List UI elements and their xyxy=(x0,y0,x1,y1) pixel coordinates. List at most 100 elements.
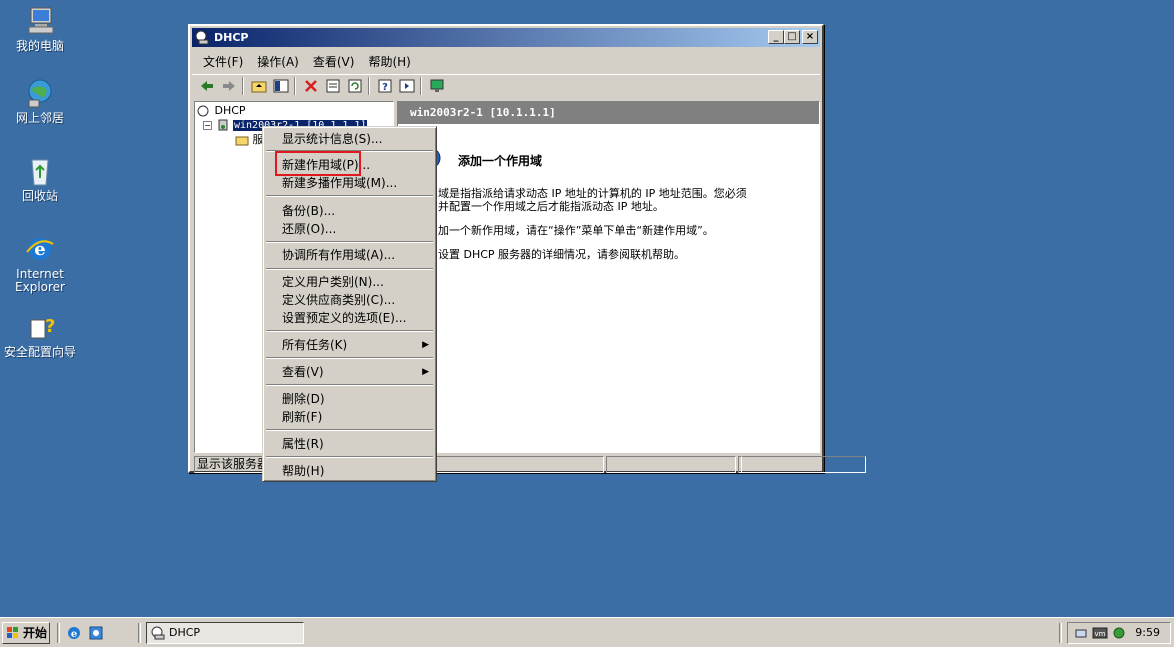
desktop-icon-security-wizard[interactable]: ? 安全配置向导 xyxy=(0,310,80,359)
desktop-icon-label: 安全配置向导 xyxy=(3,345,76,359)
menu-item-label: 所有任务(K) xyxy=(282,338,348,352)
refresh-icon[interactable] xyxy=(346,77,364,95)
desktop-icon-my-computer[interactable]: 我的电脑 xyxy=(0,4,80,53)
detail-pane: win2003r2-1 [10.1.1.1] 添加一个作用域 域是指指派给请求动… xyxy=(397,101,820,453)
delete-icon[interactable] xyxy=(302,77,320,95)
windows-logo-icon xyxy=(6,626,20,640)
taskbar: 开始 e DHCP vm 9:59 xyxy=(0,617,1174,647)
menu-item-refresh[interactable]: 刷新(F) xyxy=(266,408,433,426)
taskbar-button-label: DHCP xyxy=(169,626,201,639)
show-hide-tree-icon[interactable] xyxy=(272,77,290,95)
security-tray-icon[interactable] xyxy=(1112,626,1126,640)
svg-text:e: e xyxy=(71,629,77,640)
submenu-arrow-icon: ▶ xyxy=(422,367,429,377)
computer-icon xyxy=(23,4,57,38)
menu-item-view[interactable]: 查看(V) ▶ xyxy=(266,363,433,381)
internet-explorer-icon: e xyxy=(23,232,57,266)
desktop-icon-label: 回收站 xyxy=(21,189,58,203)
menu-item-help[interactable]: 帮助(H) xyxy=(266,462,433,480)
menu-separator xyxy=(266,241,433,243)
detail-title: 添加一个作用域 xyxy=(458,154,543,168)
up-folder-icon[interactable] xyxy=(250,77,268,95)
folder-icon xyxy=(235,134,249,146)
toolbar: ? xyxy=(192,74,820,96)
menu-item-label: 查看(V) xyxy=(282,365,324,379)
quick-launch-separator xyxy=(57,623,60,643)
svg-text:?: ? xyxy=(45,316,55,337)
server-node-icon xyxy=(216,119,230,131)
action-pane-icon[interactable] xyxy=(398,77,416,95)
menu-item-restore[interactable]: 还原(O)... xyxy=(266,220,433,238)
collapse-icon[interactable]: − xyxy=(203,120,212,130)
menu-separator xyxy=(266,195,433,197)
start-label: 开始 xyxy=(23,626,48,640)
taskbar-button-dhcp[interactable]: DHCP xyxy=(146,622,304,644)
menu-view[interactable]: 查看(V) xyxy=(306,50,362,70)
menu-separator xyxy=(266,384,433,386)
menu-item-define-vendor-classes[interactable]: 定义供应商类别(C)... xyxy=(266,291,433,309)
dhcp-app-icon xyxy=(151,626,165,640)
status-cell xyxy=(738,456,742,473)
network-icon xyxy=(23,76,57,110)
menu-item-show-statistics[interactable]: 显示统计信息(S)... xyxy=(266,130,433,148)
toolbar-separator xyxy=(368,77,370,95)
menu-item-properties[interactable]: 属性(R) xyxy=(266,435,433,453)
system-tray: vm 9:59 xyxy=(1067,622,1171,644)
minimize-button[interactable]: _ xyxy=(768,30,784,44)
desktop-icon-recycle-bin[interactable]: 回收站 xyxy=(0,154,80,203)
quick-launch-ie-icon[interactable]: e xyxy=(66,625,82,641)
tray-separator xyxy=(1059,623,1062,643)
svg-text:?: ? xyxy=(382,82,388,93)
start-button[interactable]: 开始 xyxy=(2,622,50,644)
forward-icon[interactable] xyxy=(220,77,238,95)
detail-pane-header: win2003r2-1 [10.1.1.1] xyxy=(398,102,819,124)
monitor-icon[interactable] xyxy=(428,77,446,95)
menu-item-backup[interactable]: 备份(B)... xyxy=(266,202,433,220)
vmware-tray-icon[interactable]: vm xyxy=(1092,626,1108,640)
detail-text: 加一个新作用域，请在“操作”菜单下单击“新建作用域”。 xyxy=(438,224,714,237)
help-icon[interactable]: ? xyxy=(376,77,394,95)
security-wizard-icon: ? xyxy=(23,310,57,344)
menu-item-delete[interactable]: 删除(D) xyxy=(266,390,433,408)
menu-item-all-tasks[interactable]: 所有任务(K) ▶ xyxy=(266,336,433,354)
status-cell xyxy=(606,456,736,473)
menu-item-set-predefined-options[interactable]: 设置预定义的选项(E)... xyxy=(266,309,433,327)
menu-item-reconcile-scopes[interactable]: 协调所有作用域(A)... xyxy=(266,246,433,264)
recycle-bin-icon xyxy=(23,154,57,188)
tree-node-dhcp[interactable]: DHCP xyxy=(197,104,246,117)
dhcp-app-icon xyxy=(195,30,210,45)
detail-text: 设置 DHCP 服务器的详细情况，请参阅联机帮助。 xyxy=(438,248,686,261)
tree-node-label: DHCP xyxy=(214,104,246,117)
status-cell xyxy=(738,456,866,473)
toolbar-separator xyxy=(294,77,296,95)
menu-file[interactable]: 文件(F) xyxy=(196,50,250,70)
svg-text:vm: vm xyxy=(1095,630,1106,638)
menu-separator xyxy=(266,456,433,458)
menu-item-new-multicast-scope[interactable]: 新建多播作用域(M)... xyxy=(266,174,433,192)
menu-item-define-user-classes[interactable]: 定义用户类别(N)... xyxy=(266,273,433,291)
menu-action[interactable]: 操作(A) xyxy=(250,50,306,70)
toolbar-separator xyxy=(242,77,244,95)
dhcp-node-icon xyxy=(197,105,211,117)
window-titlebar[interactable]: DHCP _ □ × xyxy=(192,28,820,47)
close-button[interactable]: × xyxy=(802,30,818,44)
context-menu: 显示统计信息(S)... 新建作用域(P)... 新建多播作用域(M)... 备… xyxy=(262,126,437,482)
maximize-button[interactable]: □ xyxy=(784,30,800,44)
desktop-icon-internet-explorer[interactable]: e Internet Explorer xyxy=(0,232,80,294)
detail-text: 并配置一个作用域之后才能指派动态 IP 地址。 xyxy=(438,200,664,213)
toolbar-separator xyxy=(420,77,422,95)
annotation-highlight-box xyxy=(275,151,361,176)
back-icon[interactable] xyxy=(198,77,216,95)
menu-help[interactable]: 帮助(H) xyxy=(361,50,417,70)
clock: 9:59 xyxy=(1135,626,1160,639)
desktop-icon-network-places[interactable]: 网上邻居 xyxy=(0,76,80,125)
properties-icon[interactable] xyxy=(324,77,342,95)
submenu-arrow-icon: ▶ xyxy=(422,340,429,350)
menu-bar: 文件(F) 操作(A) 查看(V) 帮助(H) xyxy=(192,50,820,70)
tree-node-child[interactable]: 服 xyxy=(235,133,264,146)
menu-separator xyxy=(266,357,433,359)
network-tray-icon[interactable] xyxy=(1074,626,1088,640)
menu-separator xyxy=(266,268,433,270)
quick-launch-desktop-icon[interactable] xyxy=(88,625,104,641)
desktop-icon-label: Explorer xyxy=(15,280,65,294)
